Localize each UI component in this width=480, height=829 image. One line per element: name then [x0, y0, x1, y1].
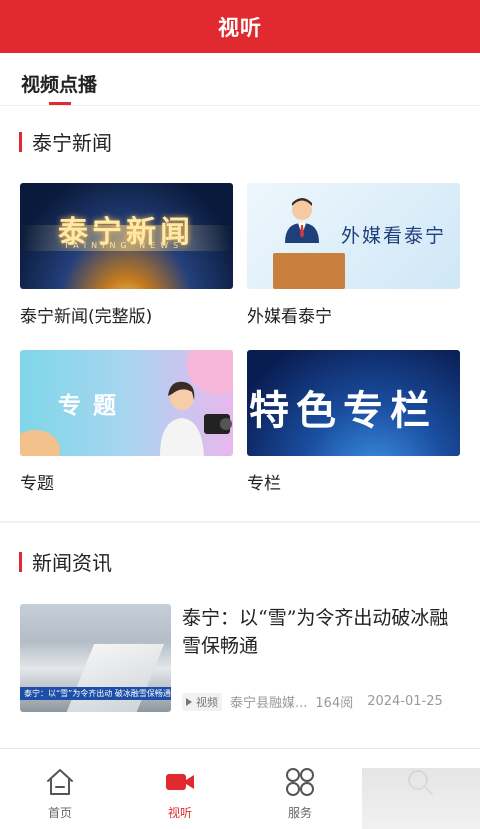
news-list-item[interactable]: 泰宁：以“雪”为令齐出动 破冰融雪保畅通 泰宁：以“雪”为令齐出动破冰融雪保畅通…	[20, 604, 460, 714]
reporter-illustration	[160, 381, 232, 456]
divider	[0, 105, 480, 106]
header-title: 视听	[218, 15, 262, 40]
tab-video[interactable]: 视听	[120, 749, 240, 829]
video-thumbnail[interactable]: 外媒看泰宁	[247, 183, 460, 289]
video-card-column[interactable]: 特色专栏 专栏	[247, 350, 460, 494]
news-source: 泰宁县融媒...	[230, 696, 308, 711]
news-thumbnail[interactable]: 泰宁：以“雪”为令齐出动 破冰融雪保畅通	[20, 604, 171, 712]
tab-label: 服务	[287, 806, 312, 820]
section-divider	[0, 521, 480, 523]
view-count: 164阅	[315, 696, 354, 711]
subtab-bar: 视频点播	[0, 53, 480, 106]
section-header-news: 新闻资讯	[19, 547, 112, 576]
section-title: 新闻资讯	[32, 551, 112, 575]
grid-icon	[286, 768, 314, 796]
video-card-taining-news-full[interactable]: 泰宁新闻 TAINING NEWS 泰宁新闻(完整版)	[20, 183, 233, 327]
section-title: 泰宁新闻	[32, 131, 112, 155]
video-card-foreign-media[interactable]: 外媒看泰宁 外媒看泰宁	[247, 183, 460, 327]
video-card-label[interactable]: 专栏	[247, 469, 460, 494]
news-title[interactable]: 泰宁：以“雪”为令齐出动破冰融雪保畅通	[182, 604, 460, 660]
play-icon	[186, 697, 192, 706]
video-card-label[interactable]: 外媒看泰宁	[247, 302, 460, 327]
thumbnail-title: 专题	[58, 393, 128, 419]
video-thumbnail[interactable]: 特色专栏	[247, 350, 460, 456]
video-card-topic[interactable]: 专题 专题	[20, 350, 233, 494]
thumbnail-subtitle: TAINING NEWS	[64, 241, 184, 250]
home-icon	[47, 769, 73, 795]
video-tag: 视频	[182, 692, 222, 711]
section-accent-bar	[19, 551, 22, 572]
thumbnail-caption: 泰宁：以“雪”为令齐出动 破冰融雪保畅通	[20, 687, 171, 700]
road-scene	[65, 644, 165, 712]
tab-services[interactable]: 服务	[240, 749, 360, 829]
thumbnail-title: 特色专栏	[249, 388, 437, 434]
tab-label: 首页	[47, 806, 72, 820]
tab-home[interactable]: 首页	[0, 749, 120, 829]
news-meta: 视频 泰宁县融媒... 164阅 2024-01-25	[182, 692, 460, 711]
decorative-blob	[20, 430, 60, 456]
video-camera-icon	[166, 774, 194, 790]
thumbnail-title: 外媒看泰宁	[340, 225, 446, 247]
tab-label: 视听	[167, 806, 192, 820]
publish-date: 2024-01-25	[367, 694, 443, 709]
video-thumbnail[interactable]: 专题	[20, 350, 233, 456]
video-card-label[interactable]: 专题	[20, 469, 233, 494]
video-thumbnail[interactable]: 泰宁新闻 TAINING NEWS	[20, 183, 233, 289]
section-header-taining-news: 泰宁新闻	[19, 127, 112, 156]
video-tag-label: 视频	[196, 695, 218, 709]
section-accent-bar	[19, 131, 22, 152]
speaker-illustration	[285, 198, 319, 243]
app-header: 视听	[0, 0, 480, 53]
podium-illustration	[273, 253, 345, 289]
bottom-tab-bar: 首页 视听 服务	[0, 748, 480, 829]
watermark-overlay	[362, 768, 480, 829]
tab-video-on-demand[interactable]: 视频点播	[21, 70, 97, 97]
video-card-label[interactable]: 泰宁新闻(完整版)	[20, 302, 233, 327]
